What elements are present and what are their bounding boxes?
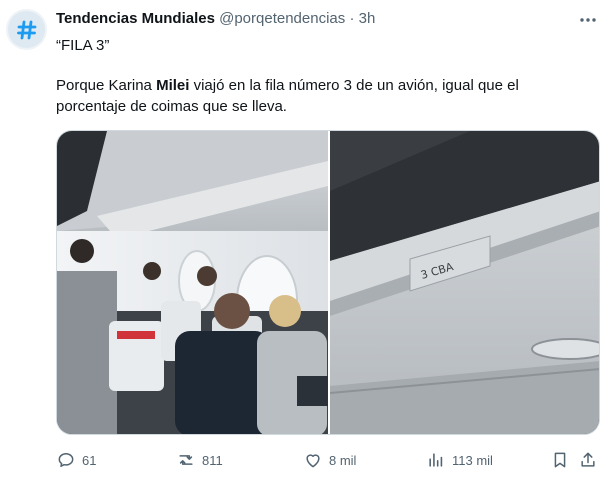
share-button[interactable]: [578, 448, 598, 472]
text-fragment: porcentaje de coimas que se lleva.: [56, 98, 287, 115]
text-fragment: viajó en la fila número 3 de un avión, i…: [189, 77, 519, 94]
more-options-icon[interactable]: [578, 10, 598, 30]
hashtag-icon: [8, 11, 45, 48]
photo-overhead-bin[interactable]: 3 CBA: [329, 131, 599, 434]
retweet-count: 811: [202, 452, 223, 468]
view-count: 113 mil: [452, 452, 493, 468]
tweet-text-line-1: “FILA 3”: [56, 37, 110, 54]
reply-icon: [58, 453, 74, 467]
avatar[interactable]: [6, 9, 47, 50]
retweet-button[interactable]: 811: [176, 448, 223, 472]
reply-button[interactable]: 61: [56, 448, 96, 472]
views-button[interactable]: 113 mil: [426, 448, 493, 472]
tweet-text-body: Porque Karina Milei viajó en la fila núm…: [56, 75, 596, 117]
reply-count: 61: [82, 452, 97, 468]
heart-icon: [306, 454, 320, 468]
text-fragment: Porque Karina: [56, 77, 157, 94]
share-icon: [581, 452, 595, 467]
bookmark-button[interactable]: [550, 448, 570, 472]
separator-dot: ·: [349, 10, 355, 27]
media-grid: 3 CBA: [56, 130, 600, 435]
bold-text: Milei: [156, 77, 190, 94]
photo-cabin-passengers[interactable]: [57, 131, 328, 434]
tweet-header: Tendencias Mundiales @porqetendencias · …: [56, 9, 580, 29]
author-handle[interactable]: @porqetendencias: [219, 10, 345, 27]
tweet-actions: 61 811 8 mil 113 mil: [56, 448, 600, 472]
bookmark-icon: [554, 452, 566, 468]
tweet-card[interactable]: Tendencias Mundiales @porqetendencias · …: [0, 0, 610, 477]
author-name[interactable]: Tendencias Mundiales: [56, 10, 215, 27]
like-button[interactable]: 8 mil: [303, 448, 356, 472]
timestamp[interactable]: 3h: [359, 10, 376, 27]
analytics-icon: [429, 453, 443, 467]
retweet-icon: [179, 455, 193, 465]
like-count: 8 mil: [329, 452, 357, 468]
